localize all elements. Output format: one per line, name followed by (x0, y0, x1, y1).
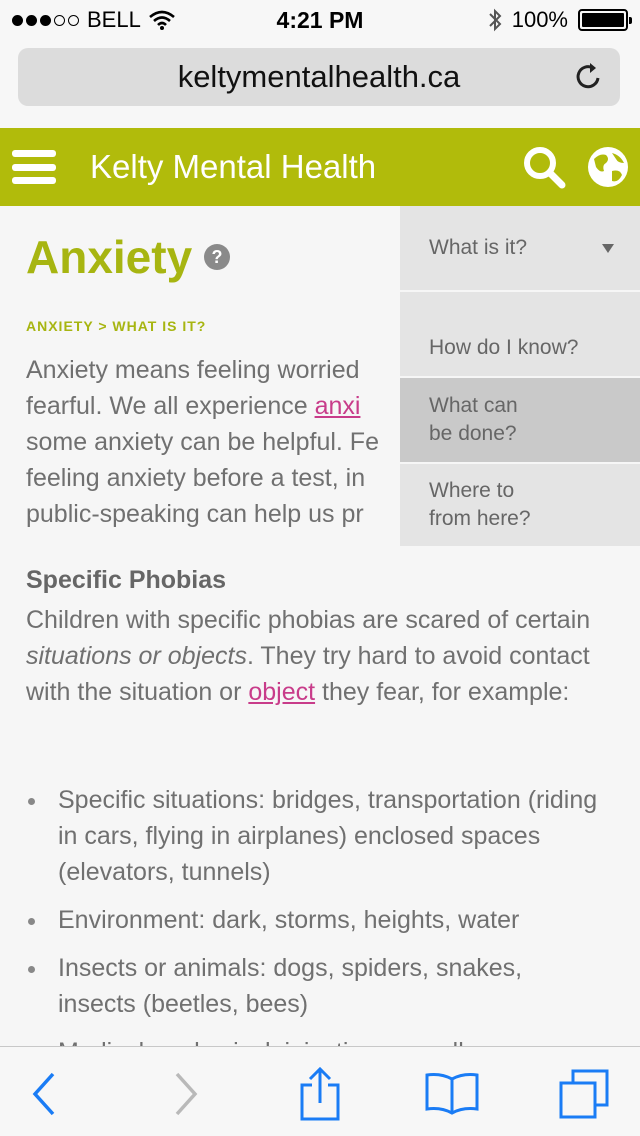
tabs-icon (559, 1069, 609, 1119)
menu-item-label: What can be done? (429, 394, 518, 445)
object-link[interactable]: object (248, 678, 315, 706)
intro-line: some anxiety can be helpful. Fe (26, 428, 379, 456)
globe-icon[interactable] (586, 145, 630, 189)
forward-button[interactable] (158, 1067, 214, 1121)
share-button[interactable] (292, 1067, 348, 1121)
breadcrumb[interactable]: ANXIETY > WHAT IS IT? (26, 318, 206, 334)
browser-toolbar (0, 1046, 640, 1136)
list-item: Insects or animals: dogs, spiders, snake… (26, 950, 606, 1022)
menu-item-label: What is it? (429, 236, 528, 259)
bluetooth-icon (489, 8, 502, 32)
status-bar: BELL 4:21 PM 100% (0, 0, 640, 40)
section-heading: Specific Phobias (26, 566, 227, 594)
caret-down-icon (602, 244, 614, 253)
url-text: keltymentalhealth.ca (177, 59, 461, 94)
site-title[interactable]: Kelty Mental Health (90, 148, 376, 186)
bookmarks-icon (425, 1073, 479, 1115)
back-icon (32, 1072, 55, 1116)
intro-line: Anxiety means feeling worried (26, 356, 360, 384)
battery-icon (578, 9, 632, 31)
intro-line: public-speaking can help us pr (26, 500, 364, 528)
browser-address-area: keltymentalhealth.ca (0, 40, 640, 128)
menu-item-label: How do I know? (429, 336, 579, 359)
section-text: they fear, for example: (315, 678, 570, 706)
section-paragraph: Children with specific phobias are scare… (26, 602, 606, 710)
menu-item-what-can-be-done[interactable]: What can be done? (400, 378, 640, 464)
anxiety-link[interactable]: anxi (315, 392, 361, 420)
carrier-name: BELL (87, 7, 141, 32)
page-title: Anxiety (26, 231, 193, 283)
intro-line: feeling anxiety before a test, in (26, 464, 366, 492)
reload-icon[interactable] (574, 62, 604, 92)
menu-icon[interactable] (12, 150, 56, 184)
wifi-icon (148, 10, 175, 30)
forward-icon (175, 1072, 198, 1116)
signal-strength-icon (12, 14, 79, 26)
battery-percent: 100% (511, 7, 568, 32)
menu-item-where-to-from-here[interactable]: Where to from here? (400, 464, 640, 548)
list-item: Medical or physical: injections, needles (26, 1034, 606, 1046)
url-field[interactable]: keltymentalhealth.ca (18, 48, 620, 106)
help-icon[interactable]: ? (204, 244, 230, 270)
list-item: Environment: dark, storms, heights, wate… (26, 902, 606, 938)
intro-line: fearful. We all experience (26, 392, 315, 420)
menu-item-what-is-it[interactable]: What is it? (400, 206, 640, 292)
back-button[interactable] (16, 1067, 72, 1121)
tabs-button[interactable] (556, 1067, 612, 1121)
menu-item-how-do-i-know[interactable]: How do I know? (400, 292, 640, 378)
section-text-italic: situations or objects (26, 642, 247, 670)
section-text: Children with specific phobias are scare… (26, 606, 591, 634)
search-icon[interactable] (520, 143, 568, 191)
menu-item-label: Where to from here? (429, 479, 531, 530)
site-header: Kelty Mental Health (0, 128, 640, 206)
share-icon (300, 1067, 340, 1121)
list-item: Specific situations: bridges, transporta… (26, 782, 606, 890)
phobia-list: Specific situations: bridges, transporta… (26, 782, 606, 1046)
section-nav-menu: What is it? How do I know? What can be d… (400, 206, 640, 548)
bookmarks-button[interactable] (424, 1067, 480, 1121)
